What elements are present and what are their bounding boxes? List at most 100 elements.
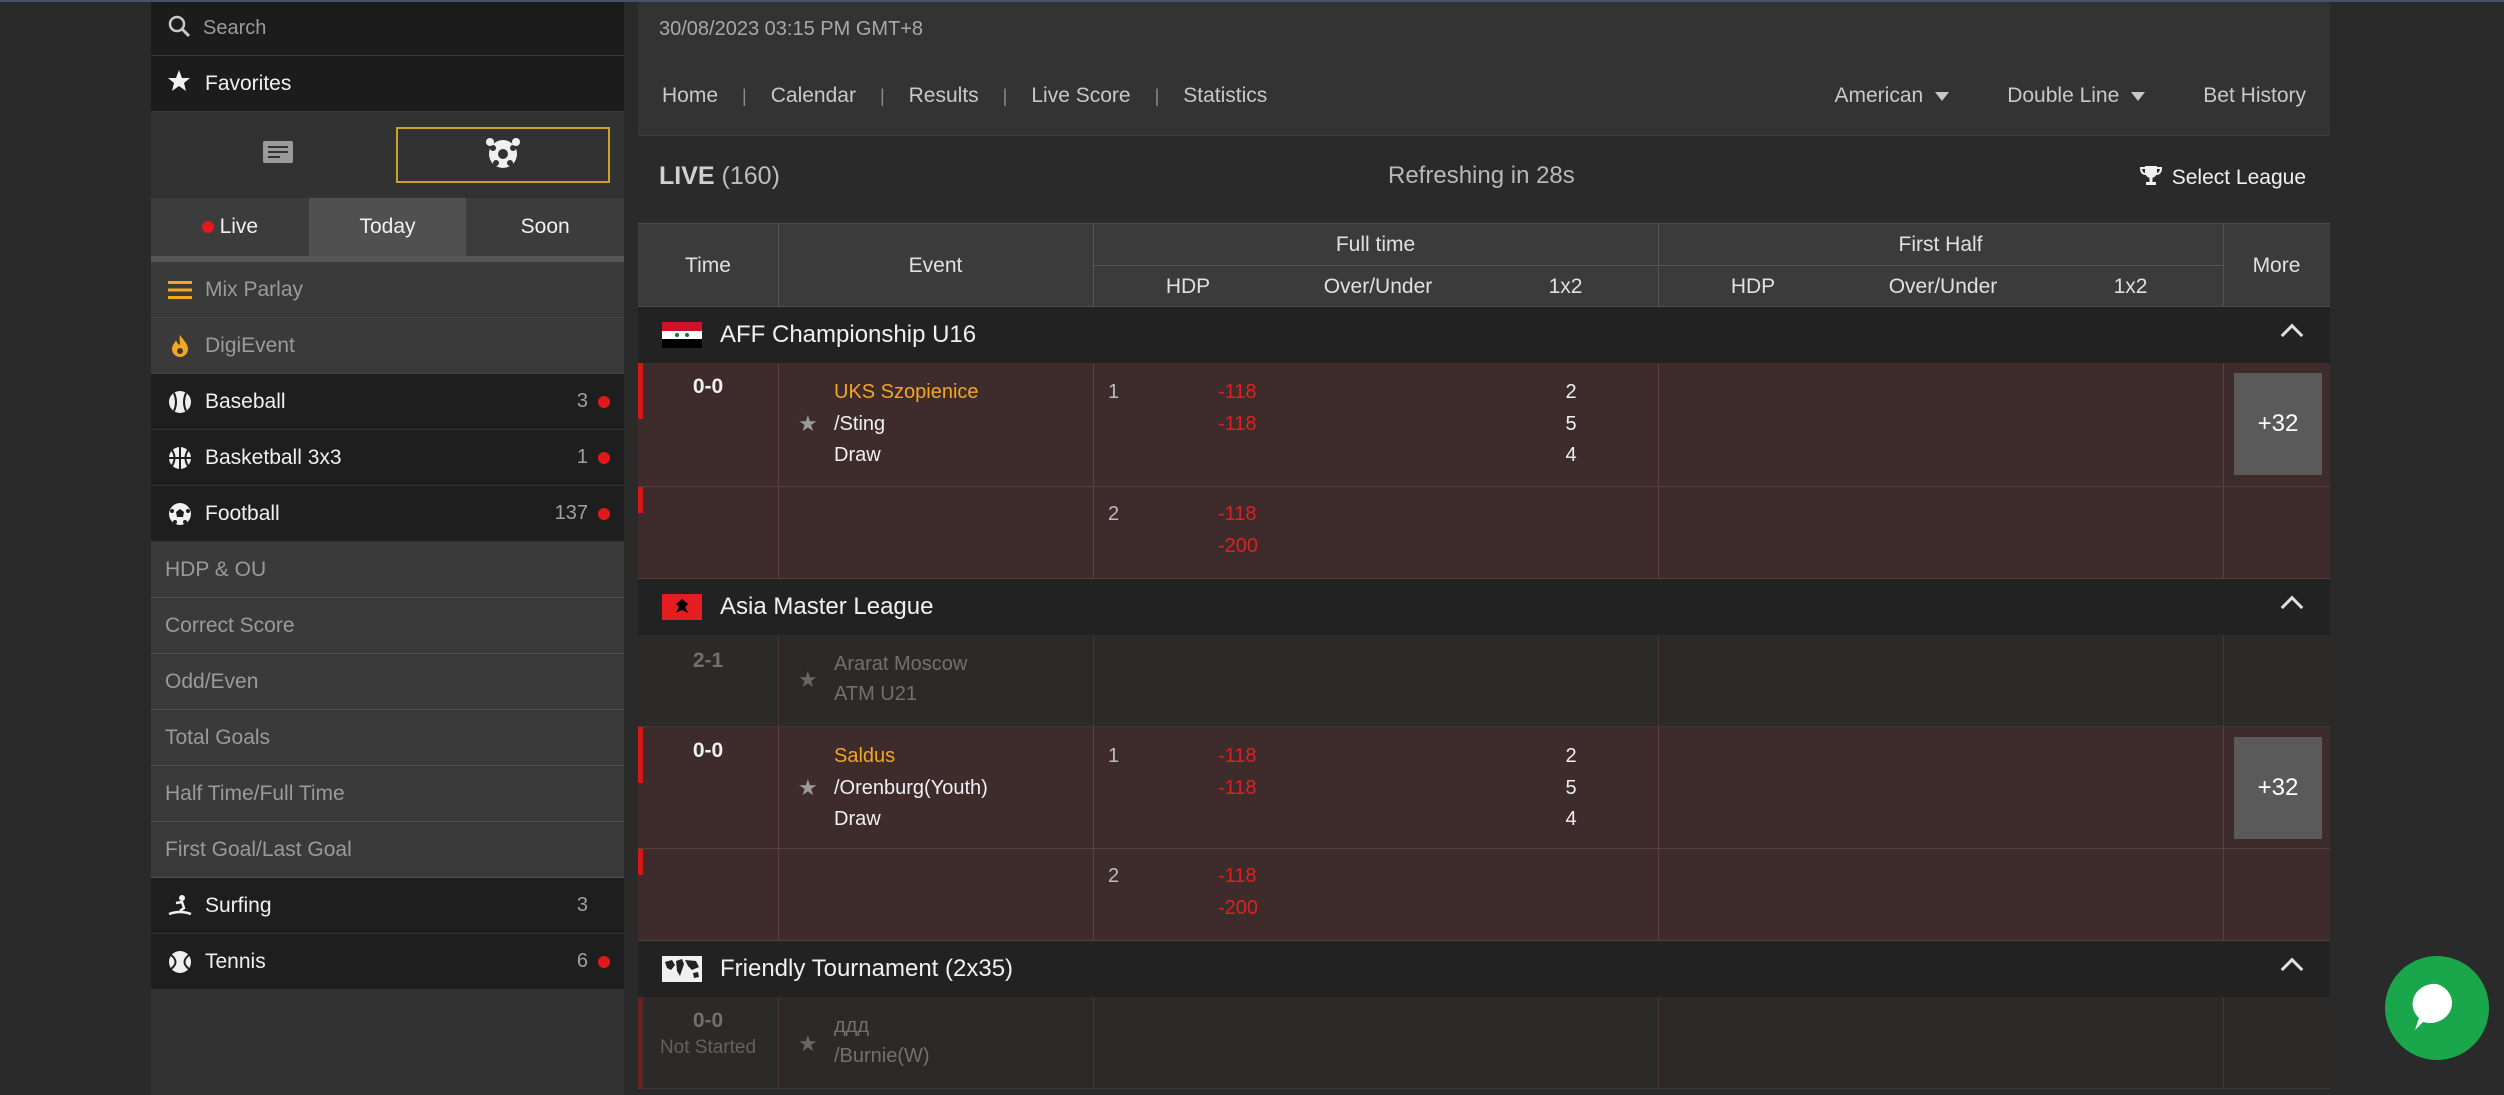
line-mode-dropdown[interactable]: Double Line — [2007, 84, 2146, 108]
live-marker — [638, 487, 643, 513]
sidebar-item-mix-parlay[interactable]: Mix Parlay — [151, 262, 624, 318]
sidebar-item-tennis[interactable]: Tennis 6 — [151, 934, 624, 990]
odds-value[interactable]: -118 — [1218, 413, 1257, 436]
match-row-secondary: 2 -118 -200 — [638, 849, 2330, 941]
col-first-half: First Half — [1898, 232, 1983, 256]
search-input[interactable] — [203, 17, 583, 40]
hdp-line: 2 — [1108, 865, 1120, 887]
sport-name: Surfing — [205, 893, 272, 917]
league-name: Friendly Tournament (2x35) — [720, 955, 1014, 982]
live-marker — [638, 727, 643, 783]
odds-value[interactable]: -200 — [1218, 897, 1258, 920]
home-team: Saldus — [834, 745, 896, 767]
odds-value[interactable]: -118 — [1218, 777, 1257, 800]
live-dot-icon — [201, 221, 214, 233]
event-count: 1 — [576, 446, 588, 468]
league-header[interactable]: AFF Championship U16 — [638, 307, 2330, 363]
x12-odds[interactable]: 4 — [1556, 808, 1586, 831]
nav-separator: | — [1154, 85, 1160, 106]
select-league-button[interactable]: Select League — [2139, 164, 2306, 192]
header: 30/08/2023 03:15 PM GMT+8 Home | Calenda… — [638, 2, 2330, 136]
sidebar-subitem-first-last-goal[interactable]: First Goal/Last Goal — [151, 822, 624, 878]
betslip-mode-button[interactable] — [171, 127, 385, 183]
favorite-star-icon[interactable]: ★ — [798, 1031, 818, 1057]
x12-odds[interactable]: 5 — [1556, 413, 1586, 436]
league-header[interactable]: Friendly Tournament (2x35) — [638, 941, 2330, 997]
tab-soon[interactable]: Soon — [466, 198, 625, 256]
sidebar-subitem-odd-even[interactable]: Odd/Even — [151, 654, 624, 710]
x12-odds[interactable]: 5 — [1556, 777, 1586, 800]
x12-odds[interactable]: 2 — [1556, 381, 1586, 404]
sport-name: Baseball — [205, 389, 286, 413]
caret-down-icon — [2131, 91, 2146, 101]
tab-live[interactable]: Live — [151, 198, 309, 256]
nav-home[interactable]: Home — [662, 84, 718, 108]
match-row: 0-0 ★ UKS Szopienice /Sting Draw 1 -118 … — [638, 363, 2330, 487]
bet-history-link[interactable]: Bet History — [2203, 84, 2306, 108]
odds-value[interactable]: -200 — [1218, 535, 1258, 558]
live-indicator-icon — [598, 507, 610, 520]
refresh-timer[interactable]: Refreshing in 28s — [1388, 162, 1575, 190]
sidebar-subitem-correct-score[interactable]: Correct Score — [151, 598, 624, 654]
col-fh-hdp: HDP — [1730, 274, 1776, 298]
mode-switch — [151, 112, 624, 198]
favorite-star-icon[interactable]: ★ — [798, 667, 818, 693]
odds-value[interactable]: -118 — [1218, 745, 1257, 768]
favorite-star-icon[interactable]: ★ — [798, 775, 818, 801]
favorites-item[interactable]: Favorites — [151, 56, 624, 112]
odds-value[interactable]: -118 — [1218, 381, 1257, 404]
match-row-inactive: 2-1 ★ Ararat Moscow ATM U21 — [638, 635, 2330, 727]
home-team: Ararat Moscow — [834, 653, 968, 675]
sidebar-subitem-half-full-time[interactable]: Half Time/Full Time — [151, 766, 624, 822]
sidebar-item-surfing[interactable]: Surfing 3 — [151, 878, 624, 934]
chevron-up-icon[interactable] — [2280, 595, 2304, 619]
hdp-line: 1 — [1108, 381, 1120, 403]
league-header[interactable]: Asia Master League — [638, 579, 2330, 635]
sidebar-item-digievent[interactable]: DigiEvent — [151, 318, 624, 374]
live-bar: LIVE (160) Refreshing in 28s Select Leag… — [638, 136, 2330, 223]
odds-value[interactable]: -118 — [1218, 865, 1257, 888]
col-time: Time — [685, 254, 731, 277]
x12-odds[interactable]: 4 — [1556, 444, 1586, 467]
nav-separator: | — [1002, 85, 1008, 106]
sidebar-subitem-hdp-ou[interactable]: HDP & OU — [151, 542, 624, 598]
nav-statistics[interactable]: Statistics — [1183, 84, 1267, 108]
odds-format-dropdown[interactable]: American — [1835, 84, 1950, 108]
subitem-label: Odd/Even — [165, 669, 259, 693]
subitem-label: Half Time/Full Time — [165, 781, 345, 805]
sidebar-item-baseball[interactable]: Baseball 3 — [151, 374, 624, 430]
event-count: 6 — [576, 950, 588, 972]
match-score: 2-1 — [692, 649, 724, 672]
surfing-icon — [167, 894, 193, 918]
tab-live-label: Live — [219, 215, 259, 238]
ticket-icon — [262, 140, 294, 171]
col-ft-hdp: HDP — [1165, 274, 1211, 298]
league-name: Asia Master League — [720, 593, 934, 620]
live-count: (160) — [721, 162, 780, 190]
odds-format-value: American — [1834, 84, 1924, 107]
nav-calendar[interactable]: Calendar — [771, 84, 856, 108]
sports-mode-button[interactable] — [396, 127, 610, 183]
favorite-star-icon[interactable]: ★ — [798, 411, 818, 437]
away-team: ATM U21 — [834, 683, 917, 705]
more-markets-button[interactable]: +32 — [2234, 373, 2322, 475]
sidebar-subitem-total-goals[interactable]: Total Goals — [151, 710, 624, 766]
chevron-up-icon[interactable] — [2280, 957, 2304, 981]
sidebar-item-football[interactable]: Football 137 — [151, 486, 624, 542]
live-chat-button[interactable] — [2385, 956, 2489, 1060]
x12-odds[interactable]: 2 — [1556, 745, 1586, 768]
col-ft-1x2: 1x2 — [1548, 274, 1583, 298]
syria-flag-icon — [662, 322, 702, 348]
event-count: 3 — [576, 390, 588, 412]
more-markets-button[interactable]: +32 — [2234, 737, 2322, 839]
sidebar-item-basketball-3x3[interactable]: Basketball 3x3 1 — [151, 430, 624, 486]
chevron-up-icon[interactable] — [2280, 323, 2304, 347]
hdp-line: 2 — [1108, 503, 1120, 525]
match-status: Not Started — [659, 1037, 757, 1058]
time-filter-tabs: Live Today Soon — [151, 198, 625, 256]
nav-live-score[interactable]: Live Score — [1031, 84, 1130, 108]
live-indicator-icon — [598, 955, 610, 968]
odds-value[interactable]: -118 — [1218, 503, 1257, 526]
tab-today[interactable]: Today — [308, 198, 467, 256]
nav-results[interactable]: Results — [909, 84, 979, 108]
